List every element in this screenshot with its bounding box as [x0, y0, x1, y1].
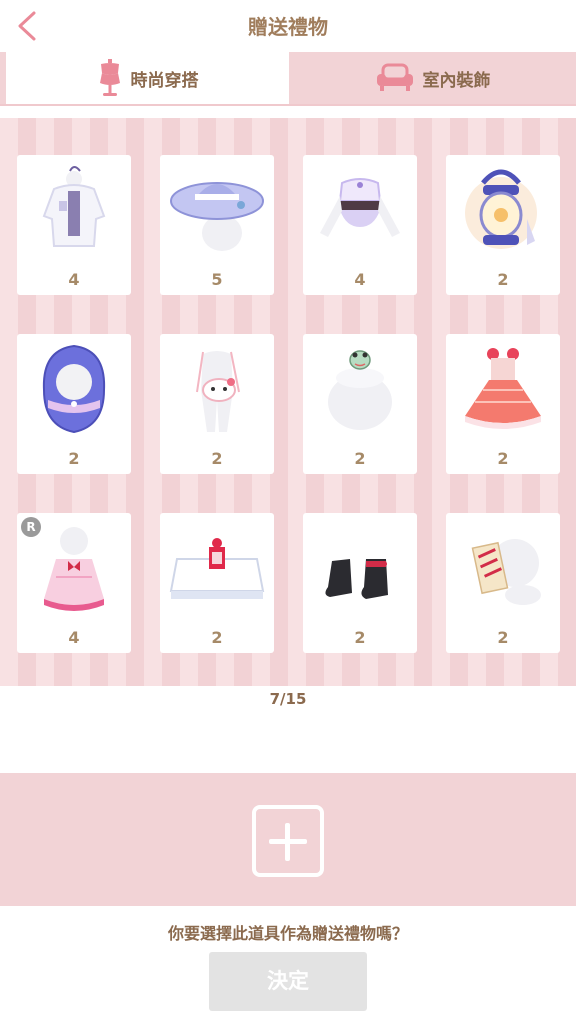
item-card[interactable]: 2 — [303, 334, 417, 474]
mannequin-icon — [99, 59, 120, 96]
item-quantity: 4 — [68, 270, 80, 289]
tab-interior[interactable]: 室內裝飾 — [289, 52, 576, 104]
white-gift-box-icon — [169, 538, 265, 599]
confirm-button[interactable]: 決定 — [209, 952, 367, 1011]
item-quantity: 2 — [68, 449, 80, 468]
item-quantity: 4 — [68, 628, 80, 647]
item-quantity: 2 — [211, 628, 223, 647]
item-quantity: 2 — [497, 449, 509, 468]
gift-slot-area — [0, 773, 576, 906]
item-card[interactable]: 4 — [17, 155, 131, 295]
tab-fashion[interactable]: 時尚穿搭 — [6, 52, 289, 104]
pink-ribbon-dress-icon — [44, 527, 104, 611]
item-quantity: 2 — [497, 628, 509, 647]
item-card[interactable]: 2 — [446, 155, 560, 295]
item-quantity: 4 — [354, 270, 366, 289]
lavender-sun-hat-icon — [170, 182, 264, 251]
charm-mask-icon — [471, 539, 541, 605]
header-bar: 贈送禮物 — [0, 0, 576, 52]
item-card[interactable]: 2 — [446, 334, 560, 474]
item-card[interactable]: 2 — [160, 334, 274, 474]
white-lace-coat-icon — [42, 166, 106, 247]
frog-hat-icon — [328, 350, 392, 430]
item-quantity: 2 — [497, 270, 509, 289]
kitty-bag-outfit-icon — [196, 351, 240, 432]
item-grid: 4 5 4 2 2 2 2 2 R 4 2 2 2 — [0, 118, 576, 686]
lavender-lace-top-icon — [320, 178, 400, 237]
item-quantity: 5 — [211, 270, 223, 289]
item-card[interactable]: 2 — [17, 334, 131, 474]
sofa-icon — [376, 63, 413, 91]
plus-icon[interactable] — [252, 805, 324, 877]
black-boots-icon — [325, 559, 388, 599]
page-indicator: 7/15 — [269, 690, 307, 708]
item-card[interactable]: 2 — [160, 513, 274, 653]
category-tabs: 時尚穿搭 室內裝飾 — [0, 52, 576, 104]
tab-interior-label: 室內裝飾 — [422, 70, 491, 91]
confirm-prompt: 你要選擇此道具作為贈送禮物嗎？ — [167, 924, 408, 943]
purple-lantern-icon — [465, 169, 537, 249]
item-card[interactable]: 5 — [160, 155, 274, 295]
item-quantity: 2 — [354, 449, 366, 468]
page-title: 贈送禮物 — [248, 15, 328, 39]
item-quantity: 2 — [211, 449, 223, 468]
item-card[interactable]: 2 — [303, 513, 417, 653]
item-card[interactable]: R 4 — [17, 513, 131, 653]
item-quantity: 2 — [354, 628, 366, 647]
purple-hood-icon — [42, 344, 106, 434]
red-plaid-dress-icon — [465, 348, 541, 429]
item-card[interactable]: 4 — [303, 155, 417, 295]
tab-fashion-label: 時尚穿搭 — [130, 70, 199, 91]
item-card[interactable]: 2 — [446, 513, 560, 653]
tab-divider — [0, 104, 576, 118]
